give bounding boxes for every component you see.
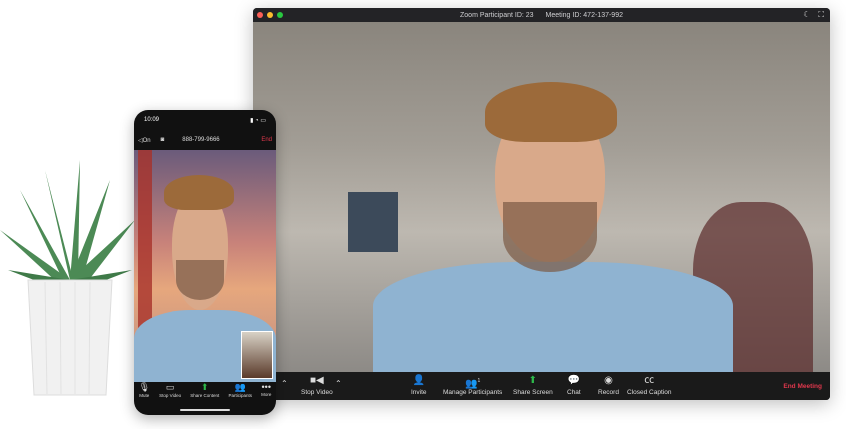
- record-button[interactable]: ◉ Record: [598, 375, 619, 396]
- call-bar: ◁On ◙ 888-799-9666 End: [134, 130, 276, 150]
- share-content-button[interactable]: ⬆ Share Content: [190, 382, 219, 404]
- fullscreen-icon[interactable]: ⛶: [818, 10, 824, 20]
- more-button[interactable]: ••• More: [261, 382, 271, 404]
- add-user-icon: 👤: [412, 375, 425, 386]
- closed-caption-button[interactable]: ㏄ Closed Caption: [627, 375, 671, 396]
- stop-video-button[interactable]: ▭ Stop Video: [159, 382, 181, 404]
- video-camera-icon: ▭: [165, 382, 175, 392]
- invite-button[interactable]: 👤 Invite: [411, 375, 427, 396]
- participants-button[interactable]: 👥 Participants: [228, 382, 252, 404]
- title-bar: Zoom Participant ID: 23 Meeting ID: 472-…: [253, 8, 830, 22]
- phone-participant-video: [134, 150, 276, 382]
- share-screen-icon: ⬆: [528, 375, 538, 386]
- manage-participants-button[interactable]: 👥1 Manage Participants: [443, 375, 502, 396]
- speaker-button[interactable]: ◁On: [138, 137, 151, 144]
- record-icon: ◉: [604, 375, 613, 386]
- participant-video: [253, 22, 830, 372]
- chat-button[interactable]: 💬 Chat: [567, 375, 581, 396]
- participants-icon: 👥1: [465, 378, 481, 390]
- plant-decoration: [0, 160, 135, 396]
- end-call-button[interactable]: End: [261, 137, 272, 143]
- stop-video-button[interactable]: ■◀ Stop Video: [301, 375, 333, 396]
- more-icon: •••: [261, 382, 271, 392]
- phone-number: 888-799-9666: [182, 137, 220, 143]
- participant-person: [373, 62, 733, 372]
- mute-button[interactable]: 🎙 Mute: [139, 382, 150, 404]
- microphone-icon: 🎙: [138, 382, 151, 392]
- share-screen-button[interactable]: ⬆ Share Screen: [513, 375, 553, 396]
- chevron-up-icon[interactable]: ⌃: [281, 379, 288, 388]
- chat-icon: 💬: [567, 375, 581, 386]
- minimize-button[interactable]: [267, 12, 273, 18]
- maximize-button[interactable]: [277, 12, 283, 18]
- share-icon: ⬆: [201, 382, 209, 392]
- self-view-thumbnail[interactable]: [241, 331, 273, 379]
- moon-icon[interactable]: ☾: [803, 10, 810, 20]
- participant-id: Zoom Participant ID: 23: [460, 11, 534, 19]
- meeting-toolbar: ⌃ ■◀ Stop Video ⌃ 👤 Invite 👥1 Manage Partic…: [253, 372, 830, 400]
- signal-wifi-battery-icon: ▮ ◔ ▭: [250, 117, 266, 124]
- chevron-up-icon[interactable]: ⌃: [335, 379, 342, 388]
- cc-icon: ㏄: [644, 375, 655, 386]
- end-meeting-button[interactable]: End Meeting: [783, 383, 822, 390]
- zoom-desktop-window: Zoom Participant ID: 23 Meeting ID: 472-…: [253, 8, 830, 400]
- switch-camera-icon[interactable]: ◙: [161, 137, 165, 143]
- phone-status-bar: 10:09 ▮ ◔ ▭: [144, 117, 266, 124]
- home-indicator: [180, 409, 230, 411]
- meeting-id: Meeting ID: 472-137-992: [545, 11, 623, 19]
- participants-icon: 👥: [234, 382, 246, 392]
- phone-toolbar: 🎙 Mute ▭ Stop Video ⬆ Share Content 👥 Partic…: [134, 382, 276, 404]
- zoom-phone: 10:09 ▮ ◔ ▭ ◁On ◙ 888-799-9666 End 🎙 Mute …: [134, 110, 276, 415]
- video-camera-icon: ■◀: [309, 375, 324, 386]
- close-button[interactable]: [257, 12, 263, 18]
